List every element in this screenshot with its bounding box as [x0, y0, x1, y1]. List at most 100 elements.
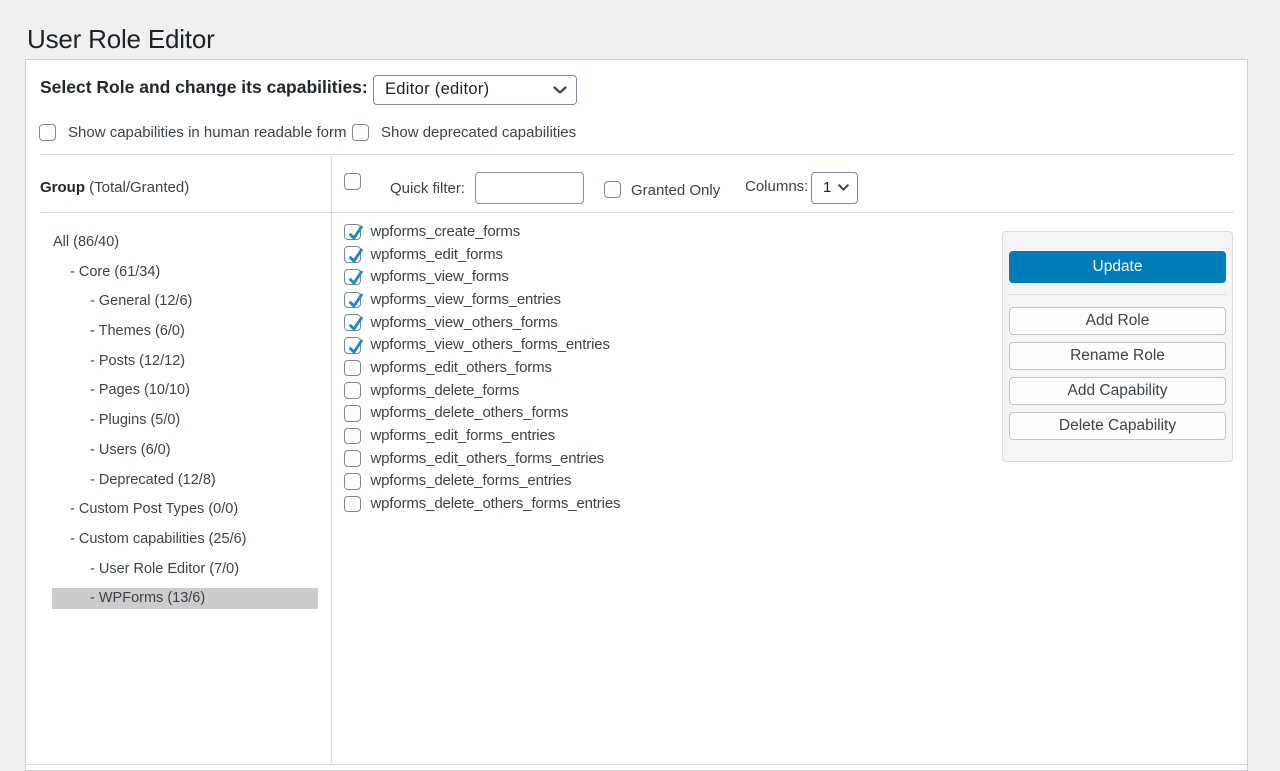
select-role-heading: Select Role and change its capabilities:: [40, 74, 368, 100]
select-all-checkbox[interactable]: [344, 173, 361, 190]
capability-name: wpforms_delete_others_forms_entries: [371, 495, 621, 513]
capability-name: wpforms_view_forms: [371, 268, 509, 286]
group-tree-item[interactable]: - Custom capabilities (25/6): [52, 528, 318, 550]
group-tree-item[interactable]: - Posts (12/12): [52, 350, 318, 372]
check-icon: [346, 222, 363, 240]
capability-checkbox[interactable]: [344, 473, 361, 490]
columns-label: Columns:: [745, 177, 808, 197]
group-tree-item-label: - User Role Editor (7/0): [90, 561, 239, 577]
group-tree-item[interactable]: - Deprecated (12/8): [52, 469, 318, 491]
groups-tree: All (86/40) - Core (61/34) - General (12/6…: [52, 231, 318, 617]
capability-checkbox[interactable]: [344, 246, 361, 263]
chevron-down-icon: [838, 184, 849, 191]
group-tree-item[interactable]: - Custom Post Types (0/0): [52, 498, 318, 520]
capability-row: wpforms_delete_forms: [332, 379, 620, 402]
granted-only-label: Granted Only: [631, 181, 720, 201]
delete-capability-button[interactable]: Delete Capability: [1009, 412, 1226, 440]
page-title: User Role Editor: [27, 24, 215, 54]
capability-row: wpforms_delete_others_forms: [332, 402, 620, 425]
capability-checkbox[interactable]: [344, 450, 361, 467]
capability-row: wpforms_edit_forms_entries: [332, 425, 620, 448]
show-human-readable-checkbox[interactable]: [39, 124, 56, 141]
group-tree-item-label: - General (12/6): [90, 293, 192, 309]
chevron-down-icon: [553, 86, 567, 94]
capabilities-list: wpforms_create_forms wpforms_edit_forms …: [332, 221, 620, 516]
capability-row: wpforms_edit_others_forms: [332, 357, 620, 380]
capability-name: wpforms_delete_others_forms: [371, 404, 569, 422]
group-tree-item-label: - Custom capabilities (25/6): [70, 531, 247, 547]
rename-role-button[interactable]: Rename Role: [1009, 342, 1226, 370]
group-header: Group (Total/Granted): [40, 178, 189, 198]
capability-checkbox[interactable]: [344, 269, 361, 286]
capability-checkbox[interactable]: [344, 337, 361, 354]
group-tree-item-label: - Pages (10/10): [90, 382, 190, 398]
group-tree-item[interactable]: - Core (61/34): [52, 261, 318, 283]
group-tree-item-label: - Themes (6/0): [90, 323, 185, 339]
group-tree-item[interactable]: - User Role Editor (7/0): [52, 558, 318, 580]
capability-row: wpforms_view_forms: [332, 266, 620, 289]
group-tree-item[interactable]: - Pages (10/10): [52, 380, 318, 402]
capability-name: wpforms_edit_forms_entries: [371, 427, 556, 445]
capability-checkbox[interactable]: [344, 292, 361, 309]
group-tree-item-label: - Plugins (5/0): [90, 412, 180, 428]
capability-checkbox[interactable]: [344, 405, 361, 422]
group-tree-item[interactable]: - WPForms (13/6): [52, 588, 318, 610]
group-tree-item[interactable]: - Users (6/0): [52, 439, 318, 461]
actions-divider: [1009, 294, 1226, 295]
capability-row: wpforms_create_forms: [332, 221, 620, 244]
group-tree-item-label: All (86/40): [53, 234, 119, 250]
table-bottom-border: [26, 764, 1247, 765]
granted-only-checkbox[interactable]: [604, 181, 621, 198]
check-icon: [346, 336, 363, 354]
capability-checkbox[interactable]: [344, 382, 361, 399]
role-select[interactable]: Editor (editor): [373, 75, 577, 105]
actions-box: Update Add Role Rename Role Add Capability…: [1002, 231, 1233, 462]
quick-filter-label: Quick filter:: [390, 179, 465, 199]
capability-checkbox[interactable]: [344, 314, 361, 331]
user-role-editor-panel: Select Role and change its capabilities:…: [25, 59, 1248, 771]
check-icon: [346, 267, 363, 285]
group-tree-item-label: - WPForms (13/6): [90, 590, 205, 606]
group-tree-item[interactable]: - General (12/6): [52, 291, 318, 313]
capability-name: wpforms_edit_forms: [371, 246, 503, 264]
check-icon: [346, 313, 363, 331]
group-tree-item-label: - Posts (12/12): [90, 353, 185, 369]
capability-checkbox[interactable]: [344, 224, 361, 241]
show-human-readable-label: Show capabilities in human readable form: [68, 124, 347, 141]
show-deprecated-checkbox[interactable]: [352, 124, 369, 141]
capability-row: wpforms_edit_others_forms_entries: [332, 447, 620, 470]
group-tree-item[interactable]: All (86/40): [52, 231, 318, 253]
capability-name: wpforms_view_others_forms: [371, 314, 558, 332]
capability-name: wpforms_view_forms_entries: [371, 291, 561, 309]
capability-row: wpforms_delete_others_forms_entries: [332, 493, 620, 516]
capability-checkbox[interactable]: [344, 360, 361, 377]
capability-row: wpforms_delete_forms_entries: [332, 470, 620, 493]
capability-checkbox[interactable]: [344, 428, 361, 445]
group-tree-item-label: - Custom Post Types (0/0): [70, 501, 238, 517]
add-capability-button[interactable]: Add Capability: [1009, 377, 1226, 405]
group-tree-item[interactable]: - Plugins (5/0): [52, 409, 318, 431]
capability-name: wpforms_create_forms: [371, 223, 521, 241]
capability-name: wpforms_view_others_forms_entries: [371, 336, 610, 354]
group-tree-item-label: - Users (6/0): [90, 442, 171, 458]
divider-under-header: [41, 212, 1234, 213]
group-tree-item-label: - Deprecated (12/8): [90, 472, 216, 488]
quick-filter-input[interactable]: [475, 172, 584, 204]
group-tree-item[interactable]: - Themes (6/0): [52, 320, 318, 342]
check-icon: [346, 290, 363, 308]
check-icon: [346, 245, 363, 263]
update-button[interactable]: Update: [1009, 251, 1226, 283]
capability-name: wpforms_delete_forms: [371, 382, 520, 400]
capability-row: wpforms_view_forms_entries: [332, 289, 620, 312]
capability-row: wpforms_view_others_forms: [332, 311, 620, 334]
capability-row: wpforms_edit_forms: [332, 243, 620, 266]
group-tree-item-label: - Core (61/34): [70, 264, 160, 280]
capability-name: wpforms_edit_others_forms: [371, 359, 552, 377]
capability-name: wpforms_delete_forms_entries: [371, 472, 572, 490]
columns-select-value: 1: [823, 179, 831, 196]
columns-select[interactable]: 1: [811, 172, 858, 204]
capability-name: wpforms_edit_others_forms_entries: [371, 450, 605, 468]
capability-checkbox[interactable]: [344, 496, 361, 513]
show-deprecated-label: Show deprecated capabilities: [381, 124, 576, 141]
add-role-button[interactable]: Add Role: [1009, 307, 1226, 335]
